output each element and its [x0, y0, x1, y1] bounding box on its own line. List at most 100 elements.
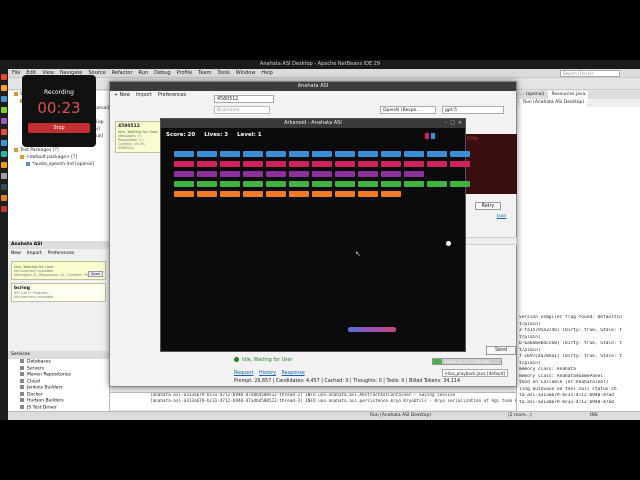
- level-label: Level: 1: [237, 132, 262, 138]
- app-icon[interactable]: [1, 151, 7, 157]
- brick: [358, 181, 378, 187]
- run-status[interactable]: Run (Anahata ASI Desktop): [370, 413, 431, 418]
- output-log: version compiler flag found. Defaultin t/…: [519, 315, 638, 406]
- app-icon[interactable]: [1, 118, 7, 124]
- model-select[interactable]: gpt-5: [442, 106, 504, 114]
- left-new-button[interactable]: New: [11, 249, 21, 258]
- menu-tools[interactable]: Tools: [217, 70, 229, 76]
- tab-resources[interactable]: Resources.java: [548, 91, 589, 99]
- brick: [174, 171, 194, 177]
- app-icon[interactable]: [1, 184, 7, 190]
- brick: [243, 181, 263, 187]
- recording-widget: Recording 00:23 Stop: [22, 75, 96, 147]
- brick: [289, 181, 309, 187]
- brick: [197, 191, 217, 197]
- minimize-icon[interactable]: –: [445, 120, 448, 126]
- brick: [450, 161, 470, 167]
- app-icon[interactable]: [1, 85, 7, 91]
- close-icon[interactable]: ×: [458, 120, 462, 126]
- session-card[interactable]: 4580512 Idle, Waiting for User Messages:…: [115, 121, 161, 153]
- search-input[interactable]: Search (Ctrl+I): [560, 69, 620, 77]
- app-icon[interactable]: [1, 162, 7, 168]
- session-card[interactable]: Idle, Waiting for User No summary availa…: [11, 261, 106, 280]
- brick: [197, 151, 217, 157]
- package-icon: [14, 147, 18, 152]
- menu-window[interactable]: Window: [236, 70, 256, 76]
- app-icon[interactable]: [1, 107, 7, 113]
- session-tab[interactable]: 4580512: [214, 95, 274, 103]
- app-icon[interactable]: [1, 173, 7, 179]
- request-link[interactable]: Request: [234, 371, 254, 376]
- tree-item[interactable]: *audio_speech.md [openai]: [8, 161, 109, 168]
- history-link[interactable]: History: [259, 371, 276, 376]
- ball: [446, 241, 451, 246]
- app-icon[interactable]: [1, 195, 7, 201]
- brick: [427, 161, 447, 167]
- app-icon[interactable]: [1, 96, 7, 102]
- services-title: Services: [8, 351, 109, 359]
- brick: [220, 161, 240, 167]
- menu-profile[interactable]: Profile: [177, 70, 193, 76]
- brick: [381, 191, 401, 197]
- services-item-label: Maven Repositories: [27, 372, 71, 378]
- maximize-icon[interactable]: □: [450, 120, 455, 126]
- tab-run-output[interactable]: Run (Anahata ASI Desktop): [520, 99, 588, 107]
- paddle[interactable]: [348, 327, 396, 332]
- services-item-label: Jenkins Builders: [27, 385, 63, 391]
- brick: [289, 191, 309, 197]
- app-icon[interactable]: [1, 140, 7, 146]
- brick: [381, 151, 401, 157]
- brick: [266, 161, 286, 167]
- menu-team[interactable]: Team: [198, 70, 211, 76]
- brick: [289, 151, 309, 157]
- log-line: f-1697c4a70ea1] (Dirty: true, Stale: t: [519, 354, 622, 359]
- services-item-label: Servers: [27, 366, 45, 371]
- brick: [312, 161, 332, 167]
- preferences-button[interactable]: Preferences: [158, 93, 186, 98]
- tab-openai[interactable]: ... (openai): [520, 91, 544, 99]
- brick: [220, 171, 240, 177]
- brick: [404, 151, 424, 157]
- left-import-button[interactable]: Import: [27, 249, 42, 258]
- send-button[interactable]: Send: [486, 346, 516, 355]
- stop-button[interactable]: Stop: [28, 123, 90, 133]
- open-button[interactable]: Open: [87, 271, 103, 277]
- json-link[interactable]: Json: [497, 214, 517, 219]
- new-button[interactable]: + New: [114, 93, 130, 98]
- brick: [266, 191, 286, 197]
- java-file-icon: [26, 161, 30, 166]
- package-icon: [14, 91, 18, 96]
- menu-run[interactable]: Run: [139, 70, 149, 76]
- menu-debug[interactable]: Debug: [154, 70, 170, 76]
- provider-select[interactable]: OpenAI (Respo...: [380, 106, 436, 114]
- menu-file[interactable]: File: [12, 70, 20, 76]
- session-card[interactable]: bcriog API Call in Progress... No summar…: [11, 283, 106, 302]
- nickname-field[interactable]: Nickname: [214, 106, 270, 114]
- brick: [450, 151, 470, 157]
- app-icon[interactable]: [1, 206, 7, 212]
- menu-refactor[interactable]: Refactor: [112, 70, 133, 76]
- tree-item[interactable]: Test Packages [?]: [8, 147, 109, 154]
- session-footer: 4580512: [118, 146, 134, 150]
- more-tasks[interactable]: (2 more...): [508, 413, 532, 418]
- tree-item[interactable]: <default package> [?]: [8, 154, 109, 161]
- retry-button[interactable]: Retry: [475, 202, 501, 210]
- app-icon[interactable]: [1, 129, 7, 135]
- brick: [381, 161, 401, 167]
- response-link[interactable]: Response: [282, 371, 305, 376]
- service-icon: [20, 404, 24, 409]
- brick: [243, 161, 263, 167]
- app-icon[interactable]: [1, 74, 7, 80]
- window-title: Anahata ASI Desktop - Apache NetBeans ID…: [0, 60, 640, 69]
- import-button[interactable]: Import: [136, 93, 152, 98]
- brick: [404, 181, 424, 187]
- left-preferences-button[interactable]: Preferences: [48, 249, 74, 258]
- playback-select[interactable]: elisa_playback.java [default]: [442, 369, 508, 377]
- brick: [289, 171, 309, 177]
- menu-help[interactable]: Help: [261, 70, 272, 76]
- tree-item-label: Test Packages [?]: [20, 148, 59, 153]
- service-icon: [20, 385, 24, 389]
- log-line: 6-6a6a6ebdcc68] (Dirty: true, Stale: t: [519, 341, 622, 346]
- session-summary: No summary available: [14, 295, 54, 299]
- service-icon: [20, 372, 24, 376]
